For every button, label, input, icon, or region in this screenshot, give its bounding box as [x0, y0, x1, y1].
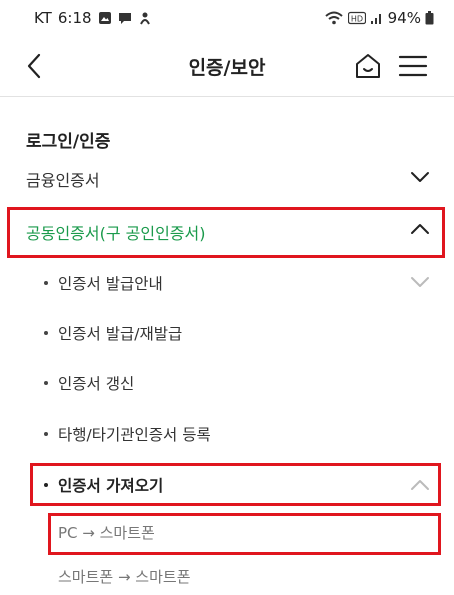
chevron-down-icon[interactable]	[409, 275, 431, 289]
menu-button[interactable]	[398, 53, 428, 79]
menu-item-financial-cert[interactable]: 금융인증서	[26, 167, 100, 191]
battery-icon	[425, 11, 434, 25]
submenu-item-label: 인증서 갱신	[58, 375, 135, 393]
bullet-dot	[44, 482, 48, 487]
section-title: 로그인/인증	[26, 132, 111, 152]
home-icon	[356, 54, 380, 78]
hamburger-menu-icon	[398, 55, 428, 77]
submenu-item-issue-guide[interactable]: 인증서 발급안내	[44, 272, 163, 294]
signal-icon	[370, 14, 381, 24]
battery-percent: 94%	[387, 9, 421, 27]
chat-icon	[118, 13, 131, 24]
submenu-item-import[interactable]: 인증서 가져오기	[44, 474, 163, 496]
chevron-down-icon[interactable]	[409, 170, 431, 184]
status-bar: KT 6:18 HD 94%	[0, 0, 454, 36]
submenu-item-label: 인증서 가져오기	[58, 477, 164, 495]
bullet-dot	[44, 280, 48, 285]
submenu-item-issue-reissue[interactable]: 인증서 발급/재발급	[44, 322, 182, 344]
hd-icon: HD	[347, 11, 366, 25]
submenu-item-register-other[interactable]: 타행/타기관인증서 등록	[44, 423, 211, 445]
bullet-dot	[44, 380, 48, 385]
submenu-item-renew[interactable]: 인증서 갱신	[44, 372, 134, 394]
wifi-icon	[324, 11, 343, 25]
bullet-dot	[44, 431, 48, 436]
submenu-item-label: 인증서 발급/재발급	[58, 325, 183, 343]
app-header: 인증/보안	[0, 36, 454, 97]
import-item-phone-to-phone[interactable]: 스마트폰 → 스마트폰	[58, 566, 191, 587]
bullet-dot	[44, 330, 48, 335]
gesture-icon	[139, 12, 150, 25]
submenu-item-label: 인증서 발급안내	[58, 275, 163, 293]
chevron-up-icon[interactable]	[409, 222, 431, 236]
carrier-label: KT	[34, 9, 52, 27]
chevron-up-icon[interactable]	[409, 478, 431, 492]
status-right: HD 94%	[324, 9, 434, 27]
page-title: 인증/보안	[188, 57, 266, 79]
home-button[interactable]	[354, 52, 382, 80]
status-left: KT 6:18	[34, 9, 152, 27]
submenu-item-label: 타행/타기관인증서 등록	[58, 426, 211, 444]
svg-text:HD: HD	[351, 15, 363, 24]
menu-item-joint-cert[interactable]: 공동인증서(구 공인인증서)	[26, 220, 206, 244]
import-item-pc-to-phone[interactable]: PC → 스마트폰	[58, 522, 155, 543]
gallery-icon	[98, 12, 111, 24]
clock: 6:18	[57, 9, 92, 27]
